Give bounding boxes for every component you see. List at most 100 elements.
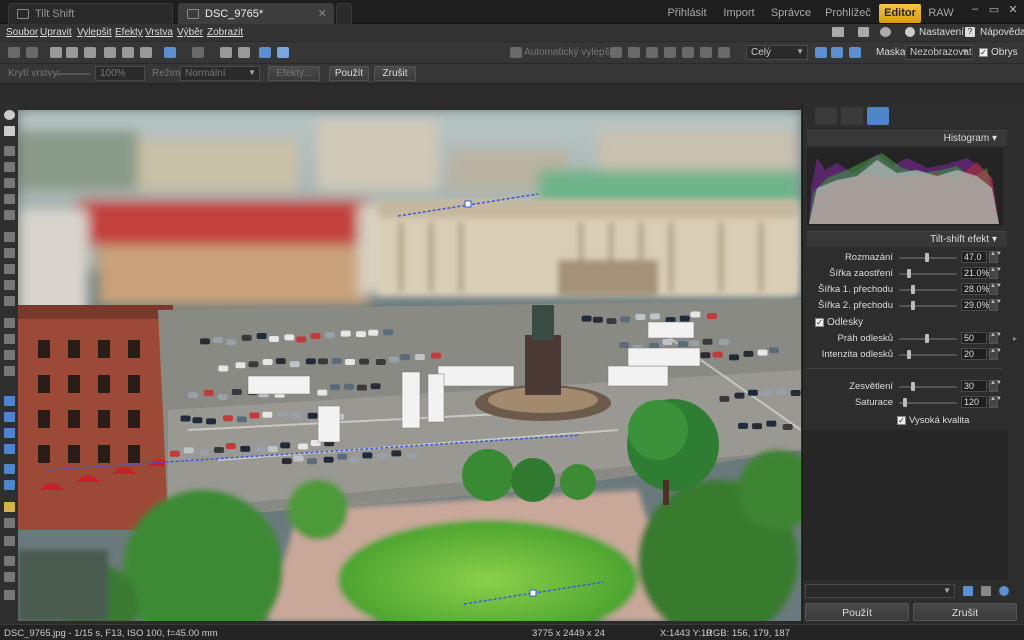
enhance-tool-3-icon[interactable]: [646, 47, 658, 58]
transition1-spinner[interactable]: ▲▼: [989, 283, 1002, 295]
menu-settings[interactable]: Nastavení: [919, 27, 964, 38]
document-tab-dsc9765[interactable]: DSC_9765* ✕: [178, 3, 334, 24]
mask-select[interactable]: Nezobrazovat ▼: [905, 45, 973, 60]
focus-width-input[interactable]: 21.0%: [961, 267, 990, 279]
effects-button[interactable]: Efekty...: [268, 66, 320, 81]
menu-view[interactable]: Zobrazit: [207, 27, 243, 38]
resize-tool-icon[interactable]: [4, 178, 15, 188]
print-icon[interactable]: [84, 47, 96, 58]
refl-threshold-thumb[interactable]: [925, 334, 929, 343]
fullscreen-icon[interactable]: [849, 47, 861, 58]
perspective-tool-icon[interactable]: [4, 194, 15, 204]
rotate-left-icon[interactable]: [220, 47, 232, 58]
collapse-arrow-icon[interactable]: ▸: [1013, 334, 1017, 343]
eraser-tool-icon[interactable]: [4, 366, 15, 376]
rect-select-icon[interactable]: [4, 396, 15, 406]
blur-input[interactable]: 47.0: [961, 251, 987, 263]
monitor-icon[interactable]: [832, 27, 844, 37]
ellipse-select-icon[interactable]: [4, 412, 15, 422]
layout-single-icon[interactable]: [259, 47, 271, 58]
enhance-tool-6-icon[interactable]: [700, 47, 712, 58]
help-icon[interactable]: ?: [965, 27, 975, 37]
enhance-tool-1-icon[interactable]: [610, 47, 622, 58]
saturation-input[interactable]: 120: [961, 396, 987, 408]
outline-checkbox[interactable]: ✓: [979, 48, 988, 57]
zoom-tool-icon[interactable]: [4, 110, 15, 120]
enhance-tool-7-icon[interactable]: [718, 47, 730, 58]
foreground-color-icon[interactable]: [4, 556, 15, 566]
opacity-slider[interactable]: [56, 73, 90, 75]
auto-enhance-button[interactable]: Automatický vylepšit: [524, 47, 615, 58]
menu-file[interactable]: Soubor: [6, 27, 38, 38]
new-tab-button[interactable]: [336, 3, 352, 24]
menu-edit[interactable]: Upravit: [40, 27, 72, 38]
brighten-slider[interactable]: [899, 386, 957, 388]
panel-tab-tools-icon[interactable]: [841, 107, 863, 125]
saturation-slider[interactable]: [899, 402, 957, 404]
brighten-thumb[interactable]: [911, 382, 915, 391]
menu-selection[interactable]: Výběr: [177, 27, 203, 38]
blend-mode-select[interactable]: Normální ▼: [180, 66, 260, 81]
mode-tab-import[interactable]: Import: [716, 4, 762, 23]
copy-icon[interactable]: [122, 47, 134, 58]
focus-width-thumb[interactable]: [907, 269, 911, 278]
cancel-button[interactable]: Zrušit: [374, 66, 416, 81]
panel-cancel-button[interactable]: Zrušit: [913, 603, 1017, 621]
brighten-input[interactable]: 30: [961, 380, 987, 392]
saturation-spinner[interactable]: ▲▼: [989, 396, 1002, 408]
reset-icon[interactable]: [999, 586, 1009, 596]
reflections-checkbox[interactable]: ✓: [815, 318, 824, 327]
enhance-tool-4-icon[interactable]: [664, 47, 676, 58]
saturation-thumb[interactable]: [903, 398, 907, 407]
zoom-select[interactable]: Celý ▼: [746, 45, 808, 60]
fit-icon[interactable]: [815, 47, 827, 58]
refl-intensity-thumb[interactable]: [907, 350, 911, 359]
save-preset-icon[interactable]: [963, 586, 973, 596]
paste-icon[interactable]: [140, 47, 152, 58]
transition2-thumb[interactable]: [911, 301, 915, 310]
clone-tool-icon[interactable]: [4, 248, 15, 258]
mode-tab-manager[interactable]: Správce: [766, 4, 816, 23]
menu-enhance[interactable]: Vylepšit: [77, 27, 112, 38]
focus-width-spinner[interactable]: ▲▼: [989, 267, 1002, 279]
layout-split-icon[interactable]: [277, 47, 289, 58]
transition1-input[interactable]: 28.0%: [961, 283, 990, 295]
polygon-select-icon[interactable]: [4, 444, 15, 454]
delete-preset-icon[interactable]: [981, 586, 991, 596]
close-tab-icon[interactable]: ✕: [318, 7, 327, 20]
transition1-slider[interactable]: [899, 289, 957, 291]
transition2-input[interactable]: 29.0%: [961, 299, 990, 311]
red-eye-tool-icon[interactable]: [4, 232, 15, 242]
brush-tool-icon[interactable]: [4, 280, 15, 290]
magic-select-icon[interactable]: [4, 464, 15, 474]
back-icon[interactable]: [8, 47, 20, 58]
opacity-input[interactable]: 100%: [95, 66, 145, 81]
gradient-tool-icon[interactable]: [4, 350, 15, 360]
panel-tab-effect-icon[interactable]: [867, 107, 889, 125]
brighten-spinner[interactable]: ▲▼: [989, 380, 1002, 392]
transition2-spinner[interactable]: ▲▼: [989, 299, 1002, 311]
tilt-shift-header[interactable]: Tilt-shift efekt ▾: [807, 231, 1007, 247]
mode-tab-editor[interactable]: Editor: [879, 4, 921, 23]
menu-help[interactable]: Nápověda: [980, 27, 1024, 38]
transition1-thumb[interactable]: [911, 285, 915, 294]
undo-icon[interactable]: [164, 47, 176, 58]
open-icon[interactable]: [50, 47, 62, 58]
blur-spinner[interactable]: ▲▼: [989, 251, 1002, 263]
shape-tool-icon[interactable]: [4, 518, 15, 528]
high-quality-checkbox[interactable]: ✓: [897, 416, 906, 425]
enhance-tool-2-icon[interactable]: [628, 47, 640, 58]
forward-icon[interactable]: [26, 47, 38, 58]
pencil-tool-icon[interactable]: [4, 318, 15, 328]
save-icon[interactable]: [66, 47, 78, 58]
actual-size-icon[interactable]: [831, 47, 843, 58]
crop-tool-icon[interactable]: [4, 146, 15, 156]
lasso-select-icon[interactable]: [4, 428, 15, 438]
image-canvas[interactable]: [18, 110, 801, 621]
heal-tool-icon[interactable]: [4, 264, 15, 274]
enhance-tool-5-icon[interactable]: [682, 47, 694, 58]
panel-tab-info-icon[interactable]: [815, 107, 837, 125]
retouch-tool-icon[interactable]: [4, 296, 15, 306]
preset-select[interactable]: ▼: [805, 584, 955, 598]
blur-slider-thumb[interactable]: [925, 253, 929, 262]
